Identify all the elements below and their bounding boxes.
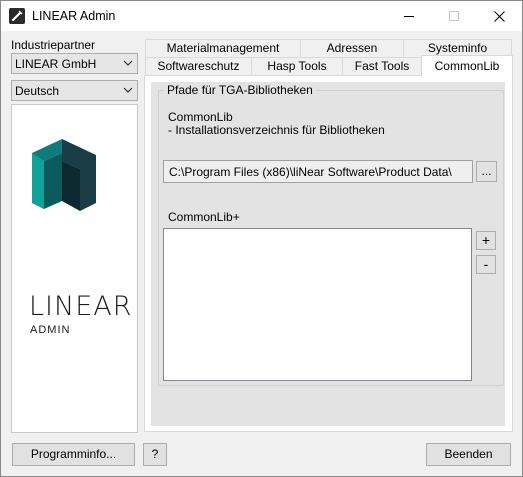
maximize-button[interactable] (431, 1, 477, 31)
tab-commonlib[interactable]: CommonLib (421, 55, 513, 76)
logo-subtitle: ADMIN (30, 324, 71, 336)
window-title: LINEAR Admin (32, 9, 116, 23)
group-title: Pfade für TGA-Bibliotheken (164, 83, 316, 97)
close-button[interactable] (476, 1, 522, 31)
logo-panel: LINEAR ADMIN (11, 104, 138, 433)
tab-materialmanagement[interactable]: Materialmanagement (145, 39, 301, 57)
browse-button[interactable]: ... (476, 161, 497, 182)
partner-select-value: LINEAR GmbH (15, 57, 97, 71)
tab-softwareschutz[interactable]: Softwareschutz (145, 57, 252, 75)
commonlib-description: - Installationsverzeichnis für Bibliothe… (168, 123, 385, 137)
linear-logo-icon (32, 139, 96, 211)
add-path-button[interactable]: + (476, 231, 496, 250)
maximize-icon (449, 11, 459, 21)
commonlib-title: CommonLib (168, 110, 233, 124)
tab-adressen[interactable]: Adressen (300, 39, 404, 57)
commonlib-plus-list[interactable] (163, 228, 472, 381)
logo-wordmark: LINEAR (29, 291, 133, 322)
title-bar: LINEAR Admin (1, 1, 522, 31)
help-button[interactable]: ? (143, 443, 167, 466)
language-select[interactable]: Deutsch (11, 80, 138, 101)
programinfo-button[interactable]: Programminfo... (12, 443, 135, 466)
minimize-icon (404, 15, 414, 17)
partner-label: Industriepartner (11, 38, 96, 52)
exit-button[interactable]: Beenden (426, 443, 511, 466)
commonlib-plus-title: CommonLib+ (168, 210, 240, 224)
minimize-button[interactable] (386, 1, 432, 31)
app-logo-icon (9, 8, 25, 24)
chevron-down-icon (123, 87, 133, 93)
app-window: LINEAR Admin Industriepartner LINEAR Gmb… (0, 0, 523, 477)
remove-path-button[interactable]: - (476, 255, 496, 274)
partner-select[interactable]: LINEAR GmbH (11, 53, 138, 74)
commonlib-path-value: C:\Program Files (x86)\liNear Software\P… (169, 165, 452, 179)
language-select-value: Deutsch (15, 84, 60, 98)
commonlib-path-field[interactable]: C:\Program Files (x86)\liNear Software\P… (163, 160, 473, 183)
chevron-down-icon (123, 60, 133, 66)
close-icon (493, 10, 505, 22)
tab-hasp-tools[interactable]: Hasp Tools (251, 57, 343, 75)
tab-fast-tools[interactable]: Fast Tools (342, 57, 422, 75)
